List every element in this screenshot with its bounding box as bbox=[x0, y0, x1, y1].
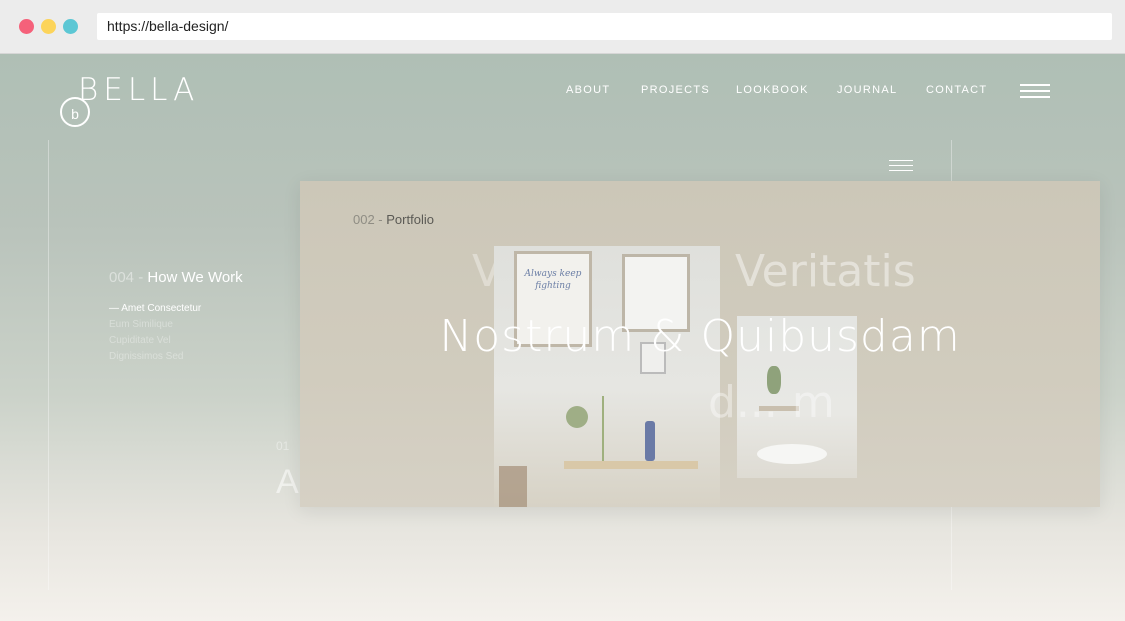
rug bbox=[757, 444, 827, 464]
brand-mark-icon[interactable]: b bbox=[60, 97, 90, 127]
ghost-word-right: Veritatis bbox=[735, 246, 916, 297]
portfolio-headline[interactable]: Nostrum & Quibusdam bbox=[300, 311, 1100, 362]
section-number: 004 - bbox=[109, 269, 144, 286]
nav-journal[interactable]: JOURNAL bbox=[837, 84, 897, 96]
blue-vase bbox=[645, 421, 655, 461]
nav-lookbook[interactable]: LOOKBOOK bbox=[736, 84, 809, 96]
menu-icon[interactable] bbox=[1020, 84, 1050, 98]
section-title: How We Work bbox=[147, 269, 243, 286]
address-bar[interactable]: https://bella-design/ bbox=[97, 13, 1112, 40]
list-item[interactable]: Eum Similique bbox=[109, 317, 201, 333]
poster-text: Always keep fighting bbox=[524, 269, 582, 291]
section-list: — Amet Consectetur Eum Similique Cupidit… bbox=[109, 301, 201, 365]
potted-plant bbox=[566, 406, 588, 428]
minimize-window-icon[interactable] bbox=[41, 19, 56, 34]
list-item[interactable]: Dignissimos Sed bbox=[109, 349, 201, 365]
browser-chrome: https://bella-design/ bbox=[0, 0, 1125, 54]
section-heading-how-we-work: 004 - How We Work bbox=[109, 269, 243, 286]
ghost-number: 01 bbox=[276, 439, 290, 453]
site-logo[interactable]: BELLA bbox=[78, 72, 199, 108]
card-section-number: 002 - bbox=[353, 212, 383, 227]
nav-projects[interactable]: PROJECTS bbox=[641, 84, 710, 96]
ghost-letter: A bbox=[276, 463, 299, 501]
nav-about[interactable]: ABOUT bbox=[566, 84, 610, 96]
portfolio-card[interactable]: 002 - Portfolio V Veritatis Always keep … bbox=[300, 181, 1100, 507]
tulip-stems bbox=[602, 396, 644, 461]
interior-photo-left[interactable]: Always keep fighting bbox=[494, 246, 720, 507]
list-item[interactable]: — Amet Consectetur bbox=[109, 301, 201, 317]
maximize-window-icon[interactable] bbox=[63, 19, 78, 34]
ghost-word-lower: d... m bbox=[708, 377, 835, 428]
portfolio-label: 002 - Portfolio bbox=[353, 212, 434, 227]
wooden-table bbox=[564, 461, 698, 469]
chair bbox=[499, 466, 527, 507]
list-item[interactable]: Cupiditate Vel bbox=[109, 333, 201, 349]
secondary-menu-icon[interactable] bbox=[889, 160, 913, 175]
nav-contact[interactable]: CONTACT bbox=[926, 84, 987, 96]
close-window-icon[interactable] bbox=[19, 19, 34, 34]
page: BELLA ABOUT PROJECTS LOOKBOOK JOURNAL CO… bbox=[0, 54, 1125, 621]
card-section-title: Portfolio bbox=[386, 212, 434, 227]
